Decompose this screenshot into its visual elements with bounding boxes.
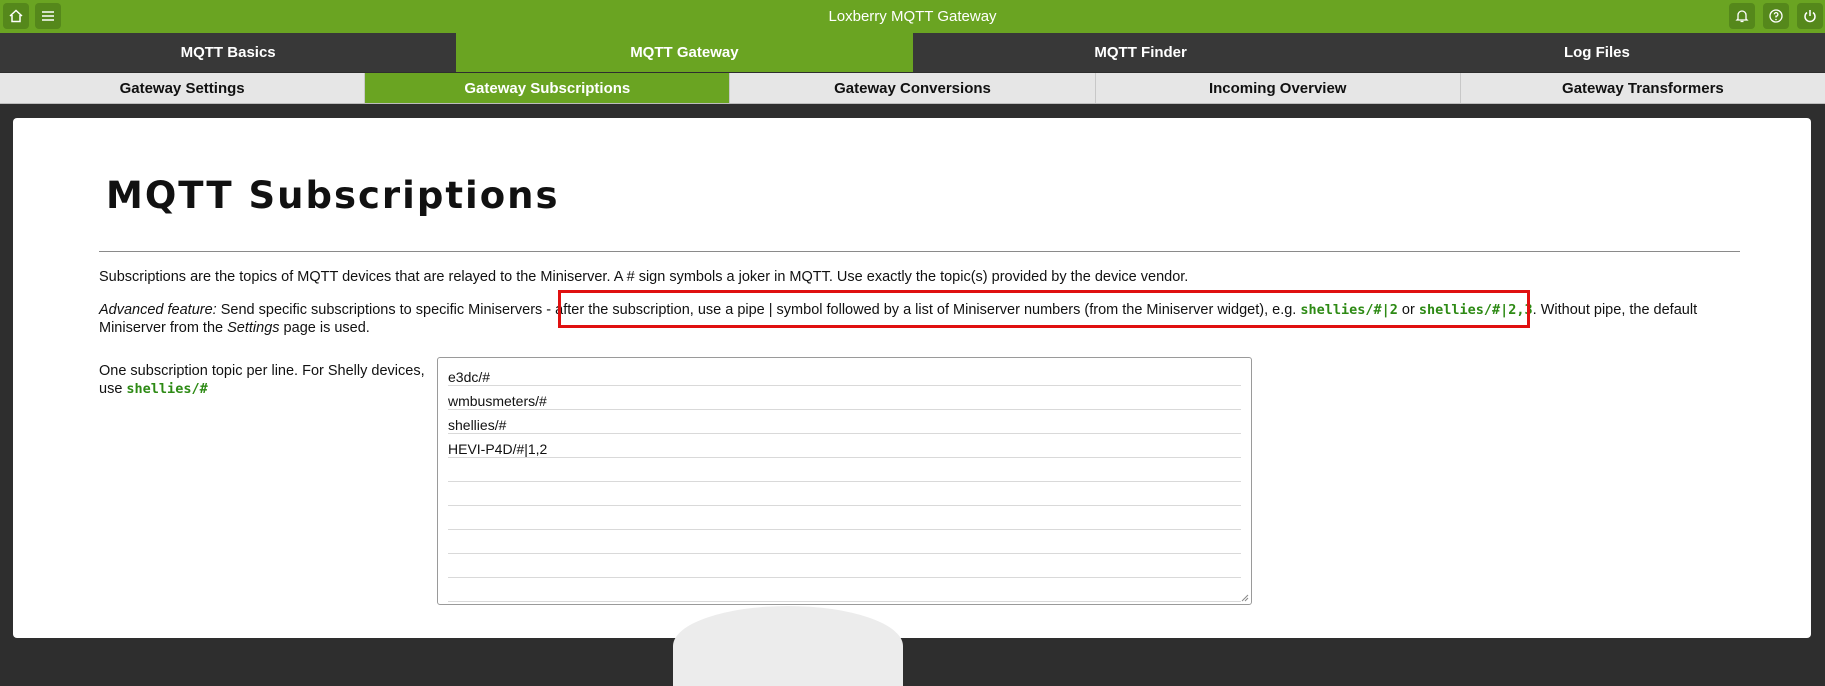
page-title: MQTT Subscriptions: [106, 174, 560, 217]
title-divider: [99, 251, 1740, 252]
advanced-text-part3: page is used.: [279, 320, 370, 336]
subtab-incoming-overview[interactable]: Incoming Overview: [1096, 73, 1461, 103]
bell-icon: [1735, 10, 1749, 23]
tab-mqtt-basics[interactable]: MQTT Basics: [0, 33, 456, 72]
help-button[interactable]: [1763, 3, 1789, 29]
content-panel: MQTT Subscriptions Subscriptions are the…: [13, 118, 1811, 686]
subscription-line[interactable]: [448, 483, 1241, 506]
subscription-line[interactable]: [448, 507, 1241, 530]
tab-mqtt-gateway[interactable]: MQTT Gateway: [456, 33, 913, 72]
settings-word: Settings: [227, 320, 280, 336]
subscription-line[interactable]: [448, 531, 1241, 554]
main-tabs: MQTT Basics MQTT Gateway MQTT Finder Log…: [0, 33, 1825, 72]
subscriptions-textarea[interactable]: e3dc/# wmbusmeters/# shellies/# HEVI-P4D…: [437, 357, 1252, 605]
subscription-line[interactable]: [448, 459, 1241, 482]
notifications-button[interactable]: [1729, 3, 1755, 29]
resize-grip-icon[interactable]: [1240, 593, 1249, 602]
power-icon: [1804, 10, 1816, 23]
subtab-gateway-settings[interactable]: Gateway Settings: [0, 73, 366, 103]
subtab-gateway-transformers[interactable]: Gateway Transformers: [1461, 73, 1825, 103]
tab-log-files[interactable]: Log Files: [1369, 33, 1825, 72]
subscription-line[interactable]: shellies/#: [448, 411, 1241, 434]
sub-tabs: Gateway Settings Gateway Subscriptions G…: [0, 73, 1825, 104]
help-icon: [1769, 9, 1783, 23]
subscription-example-code: shellies/#: [126, 381, 208, 397]
tab-mqtt-finder[interactable]: MQTT Finder: [913, 33, 1369, 72]
subscription-line[interactable]: wmbusmeters/#: [448, 387, 1241, 410]
advanced-feature-label: Advanced feature:: [99, 302, 217, 318]
subscription-line[interactable]: [448, 579, 1241, 602]
subscription-line[interactable]: [448, 555, 1241, 578]
subscription-line[interactable]: e3dc/#: [448, 363, 1241, 386]
subscription-line[interactable]: HEVI-P4D/#|1,2: [448, 435, 1241, 458]
subtab-gateway-subscriptions[interactable]: Gateway Subscriptions: [365, 73, 731, 103]
subscription-label: One subscription topic per line. For She…: [99, 362, 434, 398]
app-title: Loxberry MQTT Gateway: [828, 8, 997, 25]
intro-text: Subscriptions are the topics of MQTT dev…: [99, 269, 1189, 285]
power-button[interactable]: [1797, 3, 1823, 29]
app-header: Loxberry MQTT Gateway: [0, 0, 1825, 33]
highlight-box: [558, 290, 1530, 328]
background-watermark: [673, 606, 903, 686]
subtab-gateway-conversions[interactable]: Gateway Conversions: [730, 73, 1096, 103]
